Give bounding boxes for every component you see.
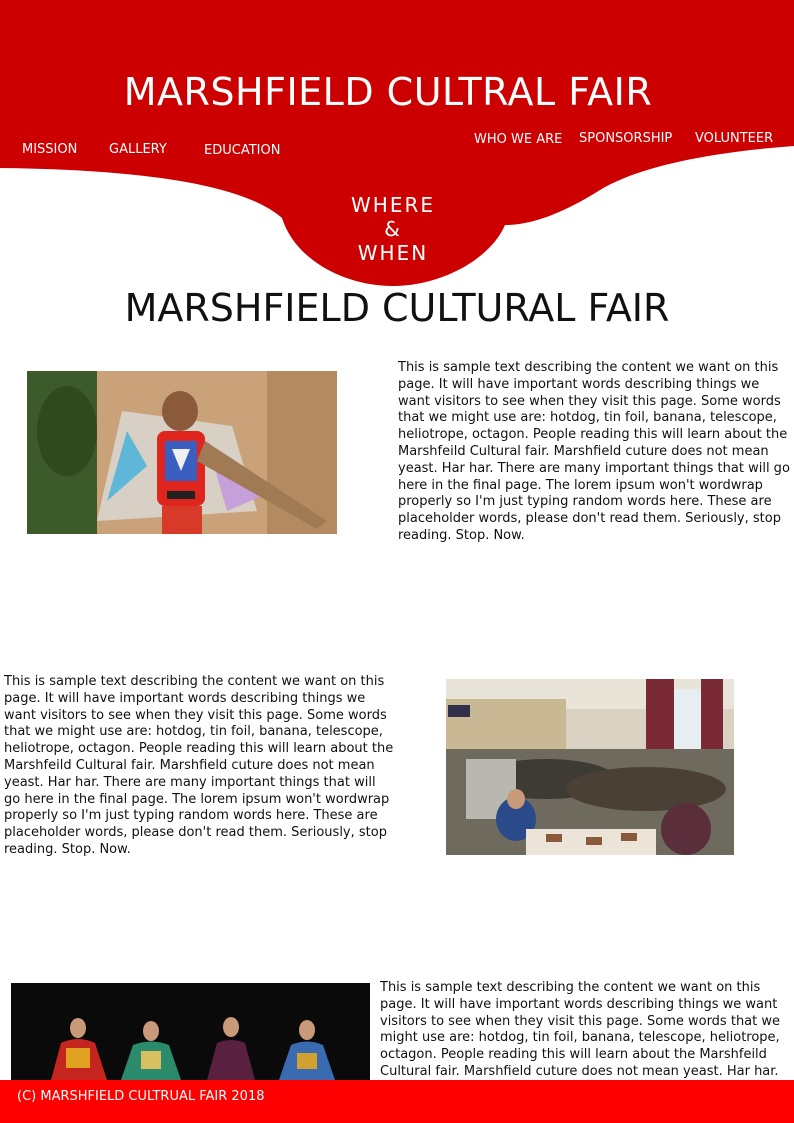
where-when-link[interactable]: WHERE & WHEN (318, 193, 468, 265)
where-when-line-2: & (384, 217, 402, 241)
performers-photo (11, 983, 370, 1080)
section-2-text: This is sample text describing the conte… (4, 674, 394, 857)
nav-volunteer[interactable]: VOLUNTEER (695, 131, 773, 146)
nav-mission[interactable]: MISSION (22, 142, 77, 157)
page-title: MARSHFIELD CULTURAL FAIR (124, 286, 670, 330)
site-title: MARSHFIELD CULTRAL FAIR (123, 70, 653, 114)
footer-copyright: (C) MARSHFIELD CULTRUAL FAIR 2018 (17, 1089, 265, 1104)
footer: (C) MARSHFIELD CULTRUAL FAIR 2018 (0, 1080, 794, 1123)
where-when-line-1: WHERE (351, 193, 435, 217)
section-3-text: This is sample text describing the conte… (380, 980, 780, 1079)
nav-sponsorship[interactable]: SPONSORSHIP (579, 131, 672, 146)
crowd-hall-photo (446, 679, 734, 855)
section-1-text: This is sample text describing the conte… (398, 360, 790, 543)
dancer-photo (27, 371, 337, 534)
nav-gallery[interactable]: GALLERY (109, 142, 167, 157)
where-when-line-3: WHEN (357, 241, 429, 265)
nav-who-we-are[interactable]: WHO WE ARE (474, 132, 562, 147)
nav-education[interactable]: EDUCATION (204, 143, 280, 158)
